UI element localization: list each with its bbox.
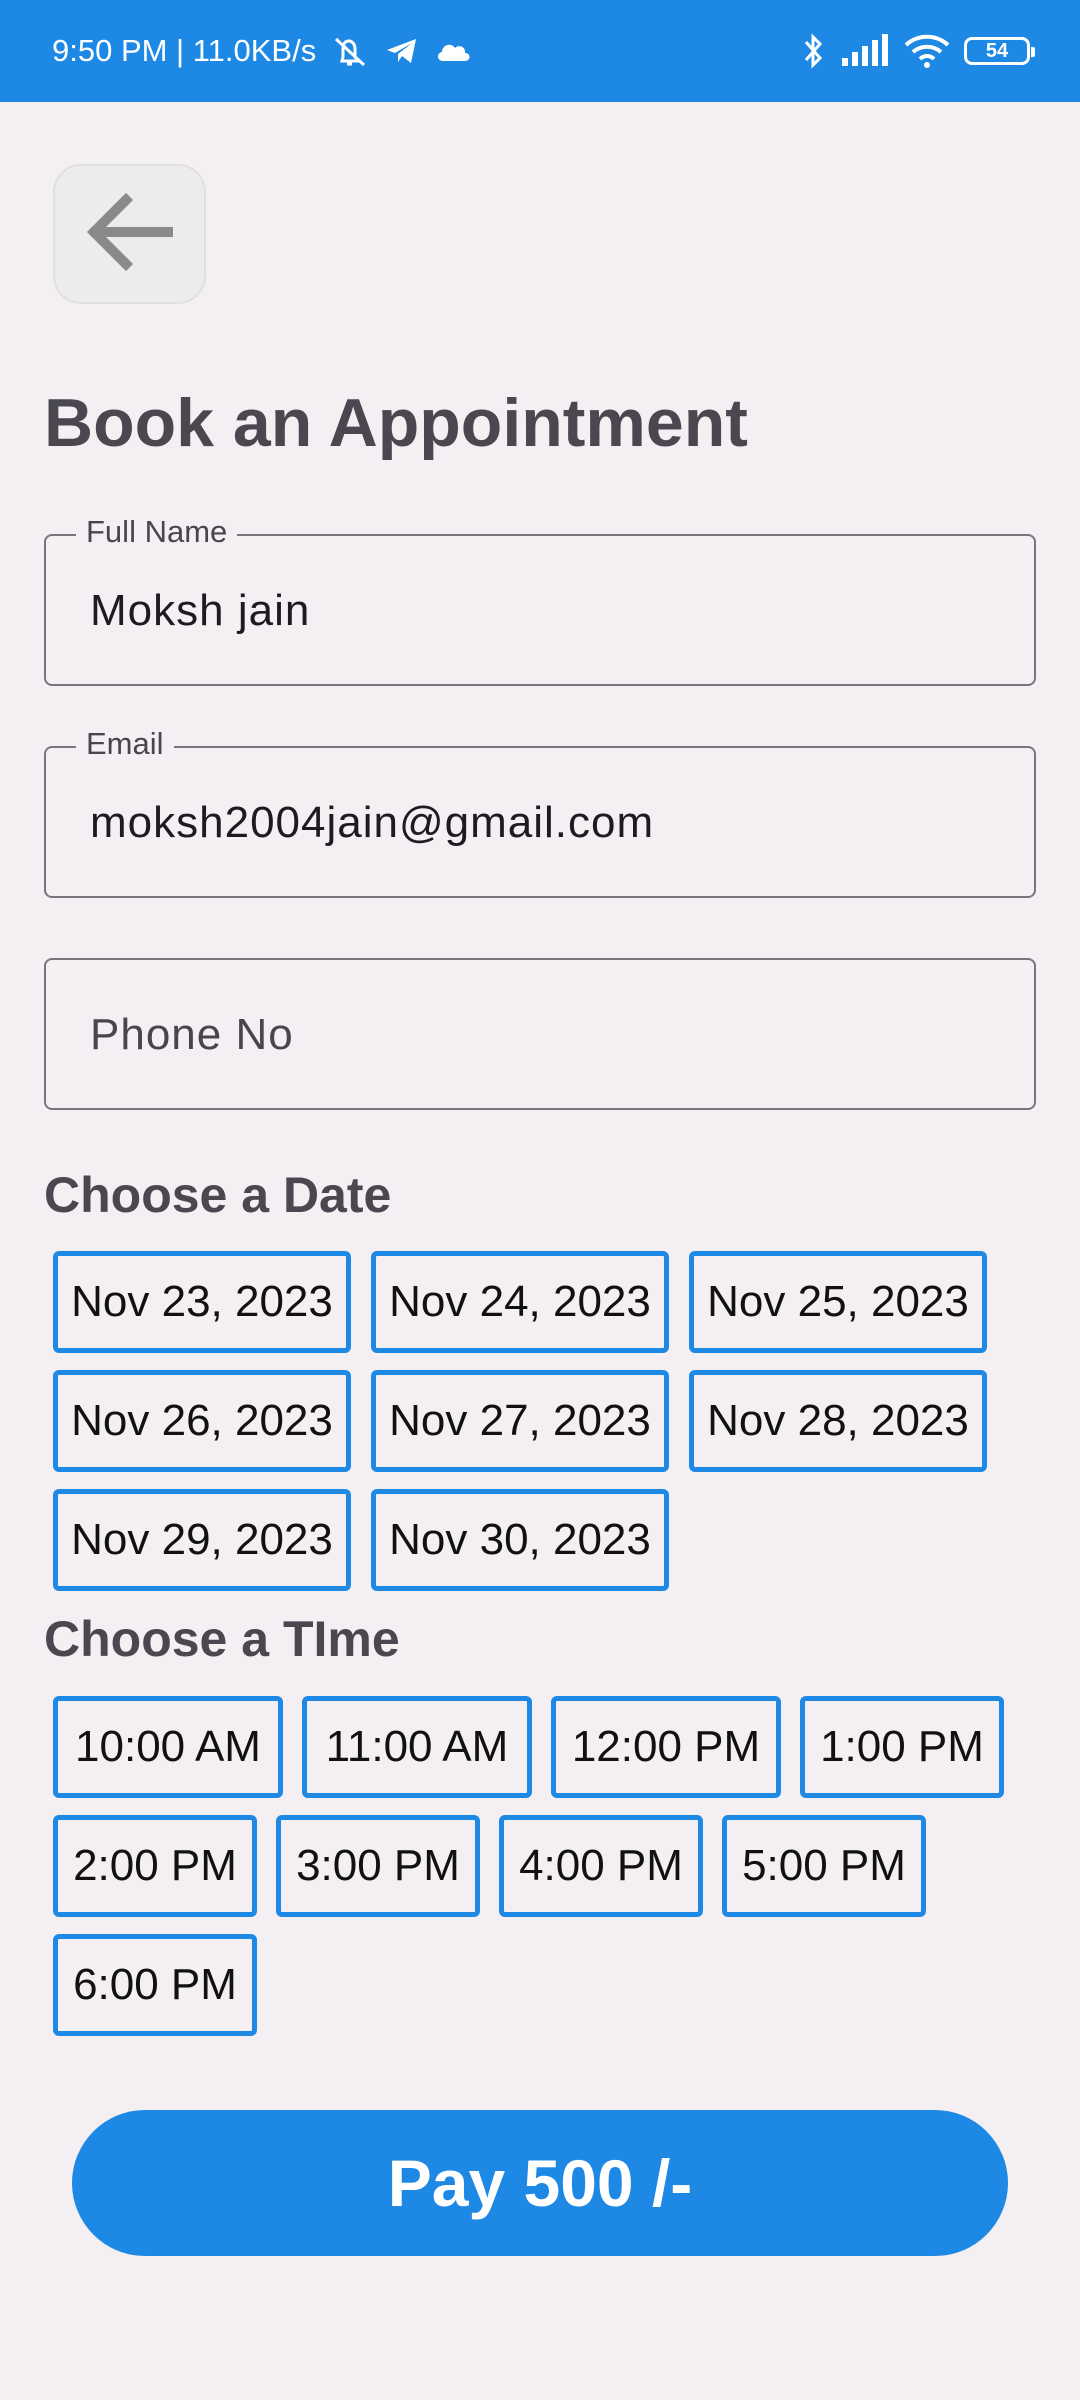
status-bar: 9:50 PM | 11.0KB/s 54: [0, 0, 1080, 102]
telegram-icon: [384, 35, 420, 67]
date-chip[interactable]: Nov 27, 2023: [371, 1370, 669, 1472]
time-section-title: Choose a TIme: [44, 1611, 400, 1667]
time-chip[interactable]: 3:00 PM: [276, 1815, 480, 1917]
date-chip[interactable]: Nov 30, 2023: [371, 1489, 669, 1591]
battery-icon: 54: [964, 37, 1035, 65]
time-chip[interactable]: 11:00 AM: [302, 1696, 532, 1798]
email-field[interactable]: Email moksh2004jain@gmail.com: [44, 726, 1036, 898]
status-time-speed: 9:50 PM | 11.0KB/s: [52, 33, 317, 68]
date-chip[interactable]: Nov 25, 2023: [689, 1251, 987, 1353]
date-section-title: Choose a Date: [44, 1167, 392, 1223]
arrow-left-icon: [82, 184, 178, 285]
wifi-icon: [904, 33, 950, 69]
status-right: 54: [800, 32, 1035, 70]
full-name-field[interactable]: Full Name Moksh jain: [44, 514, 1036, 686]
cloud-icon: [434, 37, 472, 65]
status-left: 9:50 PM | 11.0KB/s: [52, 33, 472, 69]
full-name-label: Full Name: [76, 514, 238, 550]
date-chip[interactable]: Nov 26, 2023: [53, 1370, 351, 1472]
time-chip[interactable]: 2:00 PM: [53, 1815, 257, 1917]
phone-field[interactable]: Phone No: [44, 958, 1036, 1110]
time-chip[interactable]: 6:00 PM: [53, 1934, 257, 2036]
date-chip[interactable]: Nov 29, 2023: [53, 1489, 351, 1591]
battery-level: 54: [985, 39, 1009, 62]
date-chip[interactable]: Nov 28, 2023: [689, 1370, 987, 1472]
full-name-value[interactable]: Moksh jain: [90, 586, 310, 636]
pay-button[interactable]: Pay 500 /-: [72, 2110, 1008, 2256]
mute-icon: [330, 33, 370, 69]
time-chip[interactable]: 12:00 PM: [551, 1696, 781, 1798]
date-chip[interactable]: Nov 24, 2023: [371, 1251, 669, 1353]
email-value[interactable]: moksh2004jain@gmail.com: [90, 798, 654, 848]
signal-icon: [840, 34, 890, 68]
time-chip[interactable]: 5:00 PM: [722, 1815, 926, 1917]
page-title: Book an Appointment: [44, 385, 748, 461]
phone-placeholder[interactable]: Phone No: [90, 1010, 294, 1060]
email-label: Email: [76, 726, 174, 762]
date-chip[interactable]: Nov 23, 2023: [53, 1251, 351, 1353]
time-chip[interactable]: 4:00 PM: [499, 1815, 703, 1917]
time-chip[interactable]: 10:00 AM: [53, 1696, 283, 1798]
bluetooth-icon: [800, 32, 826, 70]
time-chip[interactable]: 1:00 PM: [800, 1696, 1004, 1798]
back-button[interactable]: [53, 164, 206, 304]
